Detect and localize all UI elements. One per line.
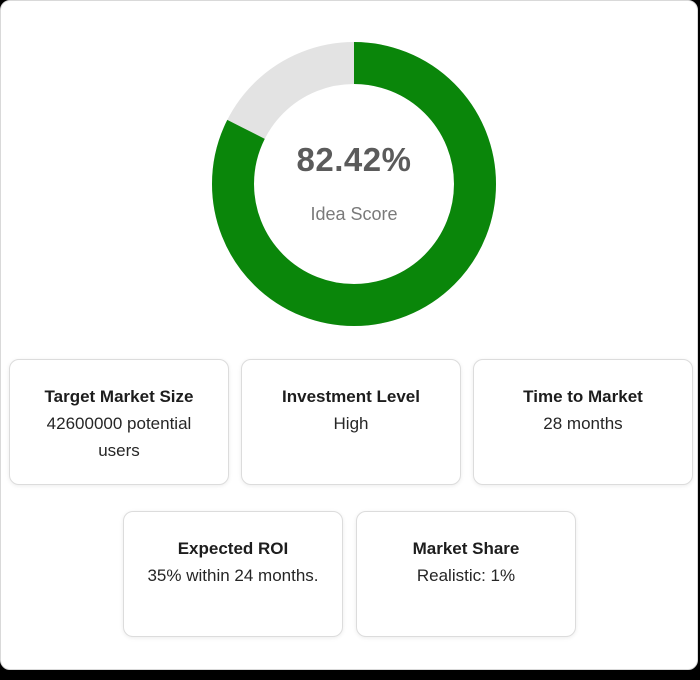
score-caption: Idea Score	[310, 204, 398, 224]
metric-title: Time to Market	[523, 387, 643, 406]
metric-card-target-market-size: Target Market Size 42600000 potential us…	[9, 359, 229, 485]
metric-value: 35% within 24 months.	[147, 566, 319, 585]
idea-score-gauge: 82.42% Idea Score	[209, 39, 499, 329]
metric-title: Investment Level	[282, 387, 420, 406]
metric-card-time-to-market: Time to Market 28 months	[473, 359, 693, 485]
metric-title: Expected ROI	[177, 539, 289, 558]
metric-card-expected-roi: Expected ROI 35% within 24 months.	[123, 511, 343, 637]
score-donut-chart	[212, 42, 496, 326]
metric-value: 28 months	[543, 414, 623, 433]
metric-card-investment-level: Investment Level High	[241, 359, 461, 485]
metric-card-market-share: Market Share Realistic: 1%	[356, 511, 576, 637]
metric-value: High	[333, 414, 369, 433]
page: 82.42% Idea Score Target Market Size 426…	[0, 0, 700, 680]
metric-title: Target Market Size	[44, 387, 194, 406]
metric-title: Market Share	[412, 539, 520, 558]
score-value: 82.42%	[296, 141, 412, 178]
metric-value: Realistic: 1%	[416, 566, 516, 585]
metric-value: 42600000 potential users	[46, 414, 192, 460]
idea-score-panel: 82.42% Idea Score Target Market Size 426…	[0, 0, 698, 670]
